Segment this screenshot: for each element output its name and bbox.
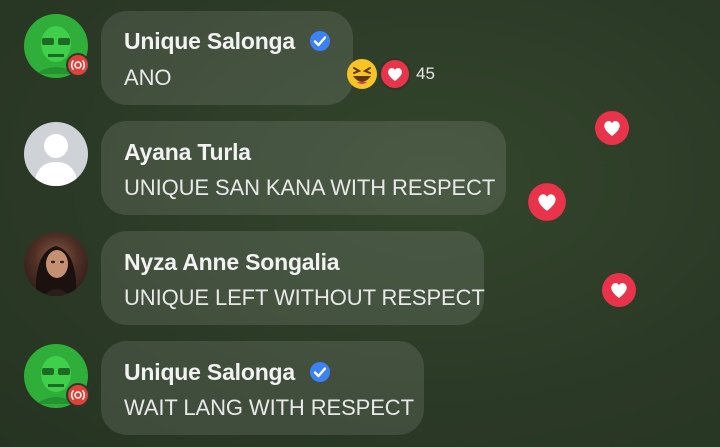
verified-badge-icon <box>310 31 330 51</box>
live-badge-icon <box>66 383 90 407</box>
comment-text: UNIQUE SAN KANA WITH RESPECT <box>124 175 496 200</box>
floating-heart-icon <box>602 273 636 307</box>
commenter-name[interactable]: Nyza Anne Songalia <box>124 249 340 276</box>
floating-heart-icon <box>528 183 566 221</box>
avatar[interactable] <box>24 122 88 186</box>
haha-reaction-icon[interactable] <box>345 57 379 91</box>
avatar[interactable] <box>24 232 88 296</box>
verified-badge-icon <box>310 362 330 382</box>
default-avatar-icon <box>34 134 78 186</box>
profile-photo-icon <box>35 246 77 296</box>
reaction-count[interactable]: 45 <box>416 64 435 84</box>
floating-heart-icon <box>595 111 629 145</box>
commenter-name[interactable]: Ayana Turla <box>124 139 251 166</box>
live-badge-icon <box>66 53 90 77</box>
commenter-name[interactable]: Unique Salonga <box>124 359 295 386</box>
comment-text: ANO <box>124 65 172 90</box>
comment-text: UNIQUE LEFT WITHOUT RESPECT <box>124 285 485 310</box>
love-reaction-icon[interactable] <box>378 57 412 91</box>
commenter-name[interactable]: Unique Salonga <box>124 28 295 55</box>
comment-text: WAIT LANG WITH RESPECT <box>124 395 414 420</box>
